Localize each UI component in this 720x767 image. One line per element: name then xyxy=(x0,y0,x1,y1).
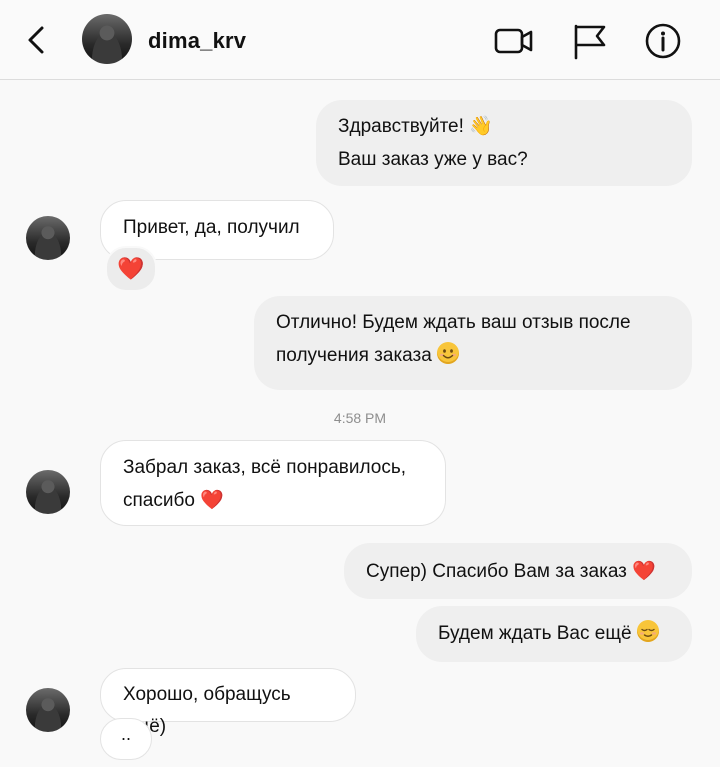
heart-emoji-icon: ❤️ xyxy=(632,560,656,582)
message-bubble-outgoing[interactable]: Супер) Спасибо Вам за заказ ❤️ xyxy=(344,543,692,599)
reaction-badge[interactable]: ❤️ xyxy=(105,246,157,292)
report-flag-icon[interactable] xyxy=(570,22,610,60)
message-line: спасибо xyxy=(123,490,195,511)
sender-avatar[interactable] xyxy=(26,688,70,732)
back-chevron-icon[interactable] xyxy=(22,22,50,58)
message-text: Супер) Спасибо Вам за заказ xyxy=(366,561,627,582)
sender-avatar[interactable] xyxy=(26,470,70,514)
username[interactable]: dima_krv xyxy=(148,28,246,54)
typing-indicator: .. xyxy=(100,718,152,760)
message-line: Забрал заказ, всё понравилось, xyxy=(123,457,407,478)
message-line: получения заказа xyxy=(276,345,432,366)
message-text: Привет, да, получил xyxy=(123,217,300,238)
avatar[interactable] xyxy=(82,14,132,64)
message-bubble-incoming[interactable]: Хорошо, обращусь ещё) xyxy=(100,668,356,737)
info-icon[interactable] xyxy=(643,22,683,60)
video-call-icon[interactable] xyxy=(494,22,534,60)
sender-avatar[interactable] xyxy=(26,216,70,260)
message-bubble-outgoing[interactable]: Здравствуйте! 👋 Ваш заказ уже у вас? xyxy=(316,100,692,186)
heart-reaction-icon: ❤️ xyxy=(117,256,145,282)
message-bubble-outgoing[interactable]: Будем ждать Вас ещё xyxy=(416,606,692,662)
message-bubble-incoming[interactable]: Забрал заказ, всё понравилось, спасибо ❤… xyxy=(100,440,446,526)
smiling-face-icon xyxy=(437,342,460,364)
relieved-face-icon xyxy=(636,620,659,642)
chat-header: dima_krv xyxy=(0,0,720,80)
message-line: Здравствуйте! 👋 xyxy=(338,116,493,137)
message-line: Отлично! Будем ждать ваш отзыв после xyxy=(276,312,631,333)
message-line: Ваш заказ уже у вас? xyxy=(338,149,528,170)
message-text: Будем ждать Вас ещё xyxy=(438,623,632,644)
heart-emoji-icon: ❤️ xyxy=(200,489,224,511)
message-bubble-outgoing[interactable]: Отлично! Будем ждать ваш отзыв после пол… xyxy=(254,296,692,390)
timestamp: 4:58 PM xyxy=(333,410,387,426)
